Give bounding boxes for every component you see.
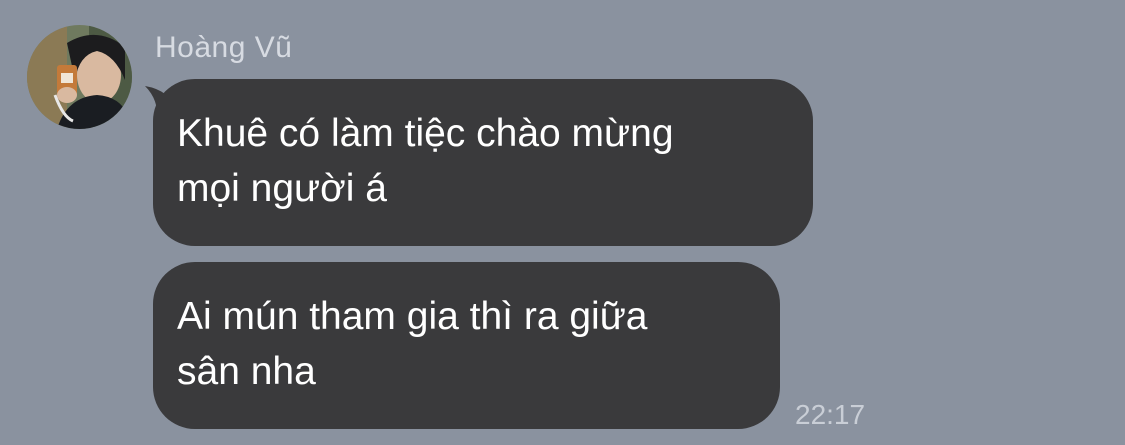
message-bubble-2[interactable]: Ai mún tham gia thì ra giữa sân nha bbox=[153, 262, 780, 429]
sender-name: Hoàng Vũ bbox=[155, 31, 293, 64]
sender-avatar[interactable] bbox=[27, 25, 132, 129]
message-timestamp: 22:17 bbox=[795, 399, 866, 430]
chat-view: Hoàng Vũ Khuê có làm tiệc chào mừng mọi … bbox=[0, 0, 1125, 445]
message-bubble-1[interactable]: Khuê có làm tiệc chào mừng mọi người á bbox=[153, 79, 813, 246]
avatar-photo-icon bbox=[27, 25, 132, 129]
